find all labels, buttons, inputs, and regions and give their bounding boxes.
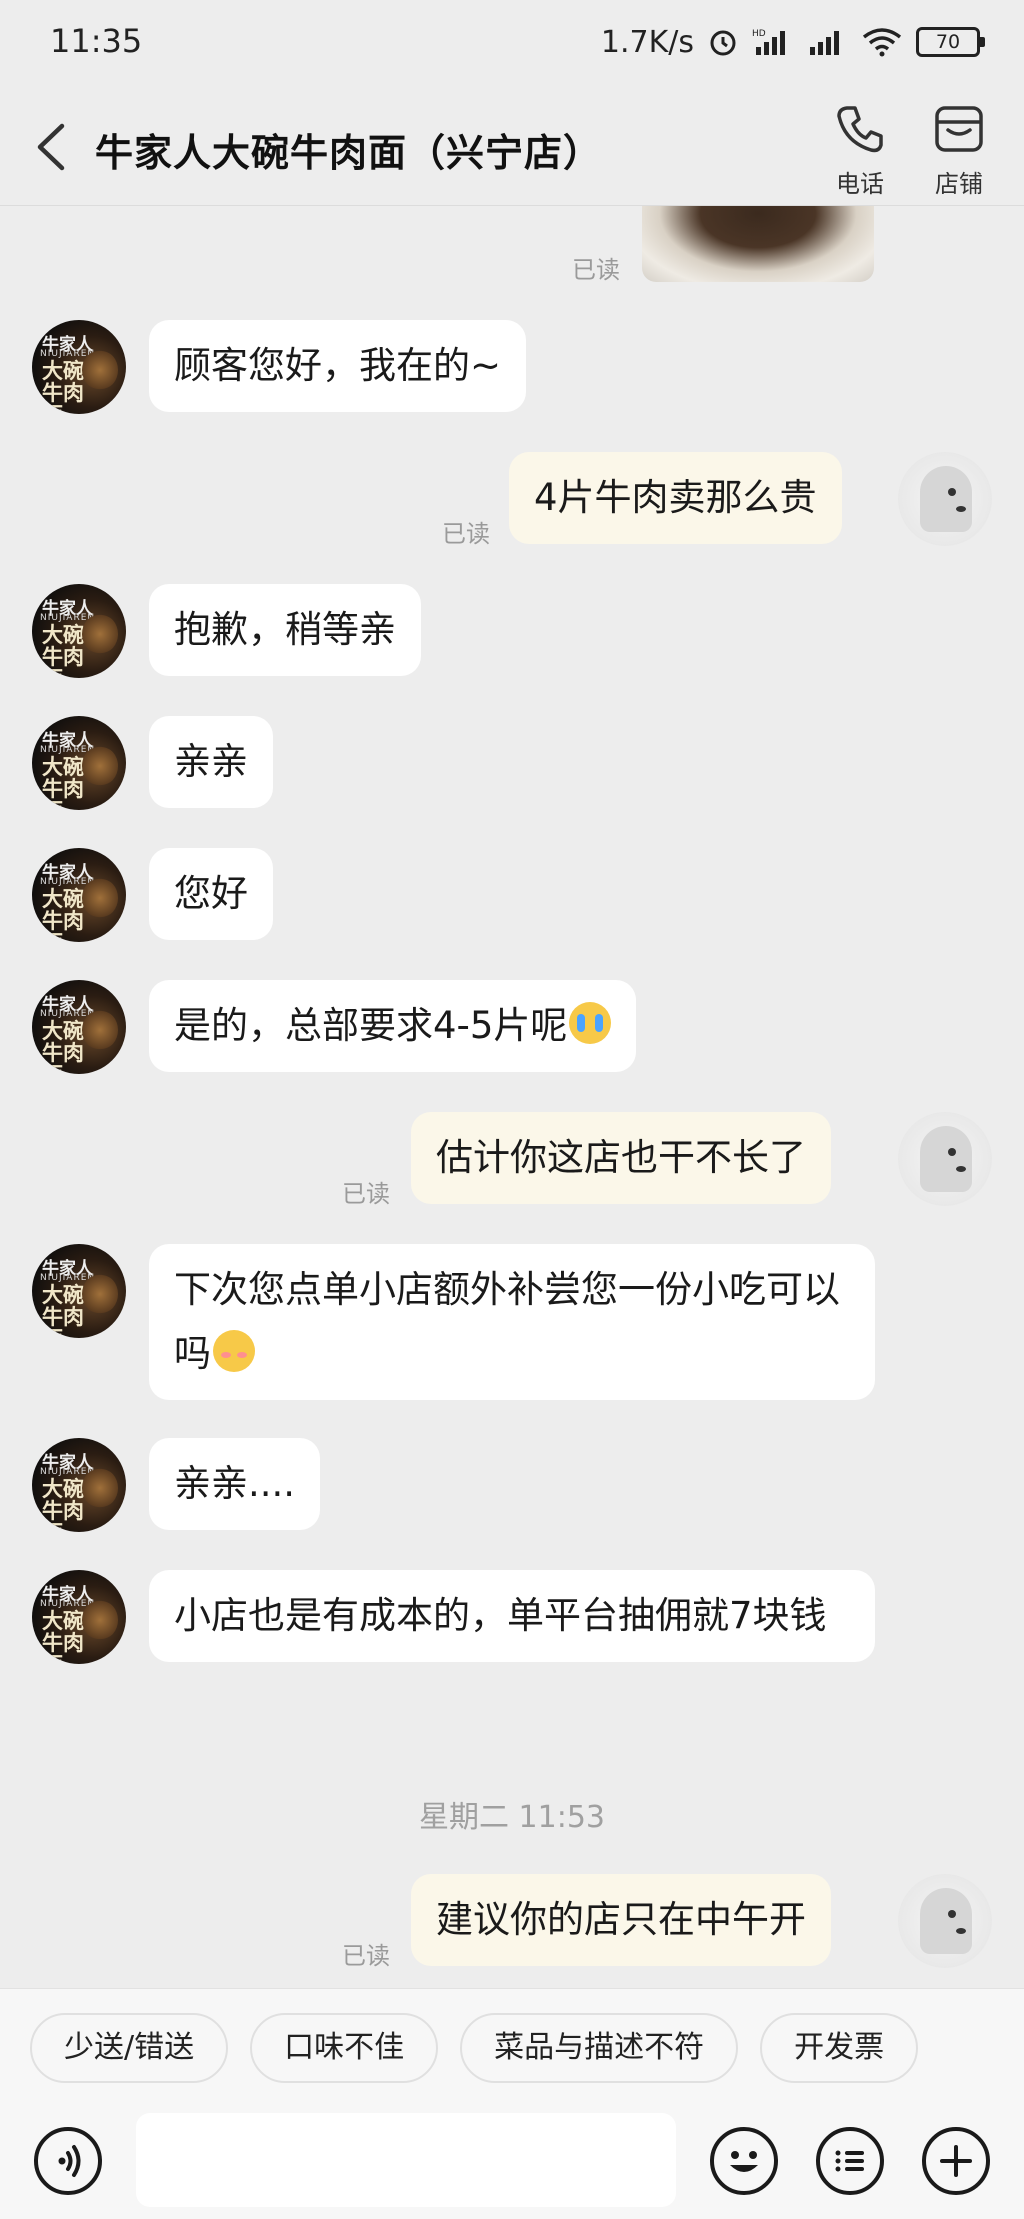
shop-avatar[interactable]: 牛家人 NIUJIAREN 大碗牛肉面 — [32, 1570, 126, 1664]
wifi-icon — [862, 28, 902, 57]
blushing-face-emoji-icon — [213, 1330, 255, 1372]
crying-face-emoji-icon — [569, 1002, 612, 1044]
signal-icon — [810, 31, 839, 55]
noodle-bowl-image — [82, 878, 118, 918]
message-bubble-incoming[interactable]: 小店也是有成本的，单平台抽佣就7块钱 — [149, 1570, 875, 1662]
message-bubble-outgoing[interactable]: 估计你这店也干不长了 — [411, 1112, 831, 1204]
battery-icon: 70 — [916, 27, 985, 57]
noodle-bowl-image — [82, 1274, 118, 1314]
quick-reply-chip[interactable]: 口味不佳 — [250, 2013, 439, 2083]
shop-avatar[interactable]: 牛家人 NIUJIAREN 大碗牛肉面 — [32, 848, 126, 942]
user-avatar[interactable] — [898, 1112, 992, 1206]
message-bubble-incoming[interactable]: 是的，总部要求4-5片呢 — [149, 980, 637, 1072]
plus-button[interactable] — [922, 2127, 990, 2195]
message-bubble-incoming[interactable]: 亲亲 — [149, 716, 273, 808]
message-bubble-incoming[interactable]: 顾客您好，我在的~ — [149, 320, 527, 412]
noodle-bowl-image — [82, 1010, 118, 1050]
read-status: 已读 — [342, 1180, 390, 1208]
voice-icon — [58, 2145, 81, 2177]
quick-reply-chip[interactable]: 菜品与描述不符 — [460, 2013, 739, 2083]
chevron-left-icon[interactable] — [32, 122, 72, 172]
svg-text:HD: HD — [752, 29, 766, 39]
bottom-panel: 少送/错送 口味不佳 菜品与描述不符 开发票 — [0, 1988, 1024, 2219]
read-status: 已读 — [572, 256, 620, 284]
read-status: 已读 — [442, 520, 490, 548]
status-time: 11:35 — [50, 22, 143, 60]
message-input[interactable] — [136, 2113, 676, 2207]
emoji-button[interactable] — [710, 2127, 778, 2195]
voice-button[interactable] — [34, 2127, 102, 2195]
shop-avatar[interactable]: 牛家人 NIUJIAREN 大碗牛肉面 — [32, 320, 126, 414]
menu-icon — [835, 2150, 864, 2172]
chat-area[interactable]: 已读 牛家人 NIUJIAREN 大碗牛肉面 顾客您好，我在的~ 已读 4片牛肉… — [0, 206, 1024, 1988]
message-text: 是的，总部要求4-5片呢 — [174, 1004, 568, 1047]
input-row — [0, 2101, 1024, 2219]
shop-avatar[interactable]: 牛家人 NIUJIAREN 大碗牛肉面 — [32, 1438, 126, 1532]
read-status: 已读 — [342, 1942, 390, 1970]
shop-avatar[interactable]: 牛家人 NIUJIAREN 大碗牛肉面 — [32, 584, 126, 678]
emoji-icon — [730, 2151, 758, 2172]
chat-timestamp: 星期二 11:53 — [419, 1800, 605, 1835]
noodle-bowl-image — [82, 614, 118, 654]
hd-signal-icon: HD — [752, 29, 785, 55]
shop-avatar[interactable]: 牛家人 NIUJIAREN 大碗牛肉面 — [32, 716, 126, 810]
quick-reply-chip[interactable]: 开发票 — [760, 2013, 919, 2083]
noodle-bowl-image — [82, 746, 118, 786]
phone-label: 电话 — [836, 170, 884, 198]
message-bubble-incoming[interactable]: 您好 — [149, 848, 273, 940]
menu-button[interactable] — [816, 2127, 884, 2195]
user-avatar[interactable] — [898, 452, 992, 546]
status-icons: 1.7K/s HD 70 — [600, 22, 985, 62]
page-title: 牛家人大碗牛肉面（兴宁店） — [95, 131, 603, 175]
noodle-bowl-image — [82, 1468, 118, 1508]
shop-label: 店铺 — [935, 170, 983, 198]
shop-button[interactable]: 店铺 — [914, 102, 1004, 199]
ghost-avatar-image — [920, 1888, 972, 1954]
noodle-bowl-image — [82, 350, 118, 390]
plus-icon — [940, 2145, 972, 2177]
message-text: 下次您点单小店额外补尝您一份小吃可以吗 — [174, 1268, 840, 1375]
message-bubble-incoming[interactable]: 抱歉，稍等亲 — [149, 584, 421, 676]
status-bar: 11:35 1.7K/s HD 70 — [0, 0, 1024, 84]
message-bubble-incoming[interactable]: 亲亲.... — [149, 1438, 321, 1530]
phone-icon — [837, 106, 883, 153]
shop-avatar[interactable]: 牛家人 NIUJIAREN 大碗牛肉面 — [32, 1244, 126, 1338]
message-bubble-incoming[interactable]: 下次您点单小店额外补尝您一份小吃可以吗 — [149, 1244, 875, 1400]
ghost-avatar-image — [920, 1126, 972, 1192]
chat-header: 牛家人大碗牛肉面（兴宁店） 电话 店铺 — [0, 84, 1024, 206]
message-bubble-outgoing[interactable]: 建议你的店只在中午开 — [411, 1874, 831, 1966]
quick-reply-row: 少送/错送 口味不佳 菜品与描述不符 开发票 — [30, 2013, 919, 2083]
message-bubble-outgoing[interactable]: 4片牛肉卖那么贵 — [509, 452, 842, 544]
shop-avatar[interactable]: 牛家人 NIUJIAREN 大碗牛肉面 — [32, 980, 126, 1074]
noodle-bowl-image — [82, 1600, 118, 1640]
quick-reply-chip[interactable]: 少送/错送 — [30, 2013, 229, 2083]
shop-icon — [935, 106, 983, 152]
ghost-avatar-image — [920, 466, 972, 532]
user-avatar[interactable] — [898, 1874, 992, 1968]
alarm-icon — [710, 30, 736, 56]
food-image-message[interactable] — [642, 206, 874, 282]
network-speed: 1.7K/s — [600, 24, 694, 60]
phone-button[interactable]: 电话 — [815, 102, 905, 199]
